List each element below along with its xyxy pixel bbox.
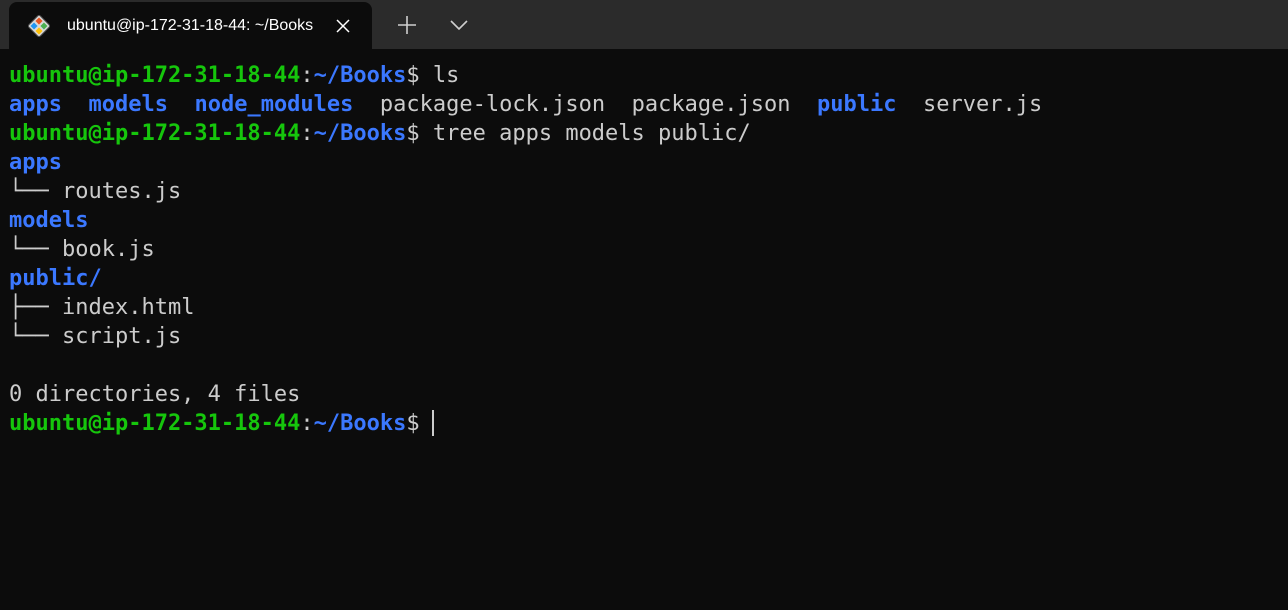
terminal-output[interactable]: ubuntu@ip-172-31-18-44:~/Books$ ls apps … xyxy=(9,61,1279,601)
new-tab-plus-icon[interactable] xyxy=(392,12,422,38)
tree-line: └── routes.js xyxy=(9,177,1279,206)
ls-entry: package-lock.json xyxy=(379,92,606,117)
tree-file: book.js xyxy=(61,237,155,262)
tree-file: script.js xyxy=(61,324,182,349)
tree-branch: ├── xyxy=(9,295,62,320)
tree-directory: models xyxy=(9,208,89,233)
tree-line: models xyxy=(9,206,1279,235)
summary-text: 0 directories, 4 files xyxy=(9,382,301,407)
prompt-separator: : xyxy=(300,121,314,146)
prompt-separator: : xyxy=(300,63,314,88)
prompt-user: ubuntu@ip-172-31-18-44 xyxy=(9,63,301,88)
tree-branch: └── xyxy=(9,324,62,349)
ls-entry: apps xyxy=(9,92,62,117)
tree-branch: └── xyxy=(9,237,62,262)
window-titlebar: ubuntu@ip-172-31-18-44: ~/Books xyxy=(0,0,1288,49)
chevron-down-icon[interactable] xyxy=(444,12,474,38)
tree-line: ├── index.html xyxy=(9,293,1279,322)
prompt-dollar: $ xyxy=(406,411,420,436)
ls-entry: models xyxy=(88,92,168,117)
linux-penguin-icon xyxy=(28,15,50,37)
prompt-path: ~/Books xyxy=(313,121,407,146)
prompt-user: ubuntu@ip-172-31-18-44 xyxy=(9,121,301,146)
prompt-path: ~/Books xyxy=(313,63,407,88)
ls-entry: node_modules xyxy=(194,92,354,117)
ls-entry: server.js xyxy=(923,92,1043,117)
ls-output-line: apps models node_modules package-lock.js… xyxy=(9,90,1279,119)
prompt-line-1: ubuntu@ip-172-31-18-44:~/Books$ ls xyxy=(9,61,1279,90)
prompt-line-2: ubuntu@ip-172-31-18-44:~/Books$ tree app… xyxy=(9,119,1279,148)
tree-line: apps xyxy=(9,148,1279,177)
tree-file: index.html xyxy=(61,295,195,320)
prompt-dollar: $ xyxy=(406,121,420,146)
tree-summary: 0 directories, 4 files xyxy=(9,380,1279,409)
command-text: tree apps models public/ xyxy=(419,121,751,146)
tree-line: └── book.js xyxy=(9,235,1279,264)
close-icon[interactable] xyxy=(333,16,353,36)
tree-directory: public/ xyxy=(9,266,102,291)
terminal-tab[interactable]: ubuntu@ip-172-31-18-44: ~/Books xyxy=(9,2,372,49)
tree-file: routes.js xyxy=(61,179,182,204)
ls-entry: public xyxy=(817,92,897,117)
ls-entry: package.json xyxy=(631,92,791,117)
prompt-user: ubuntu@ip-172-31-18-44 xyxy=(9,411,301,436)
prompt-path: ~/Books xyxy=(313,411,407,436)
tree-branch: └── xyxy=(9,179,62,204)
text-cursor xyxy=(431,410,434,436)
prompt-separator: : xyxy=(300,411,314,436)
command-text: ls xyxy=(419,63,460,88)
tree-line: └── script.js xyxy=(9,322,1279,351)
tab-title: ubuntu@ip-172-31-18-44: ~/Books xyxy=(67,17,314,34)
prompt-dollar: $ xyxy=(406,63,420,88)
tree-directory: apps xyxy=(9,150,62,175)
tree-line: public/ xyxy=(9,264,1279,293)
prompt-line-3: ubuntu@ip-172-31-18-44:~/Books$ xyxy=(9,409,1279,438)
